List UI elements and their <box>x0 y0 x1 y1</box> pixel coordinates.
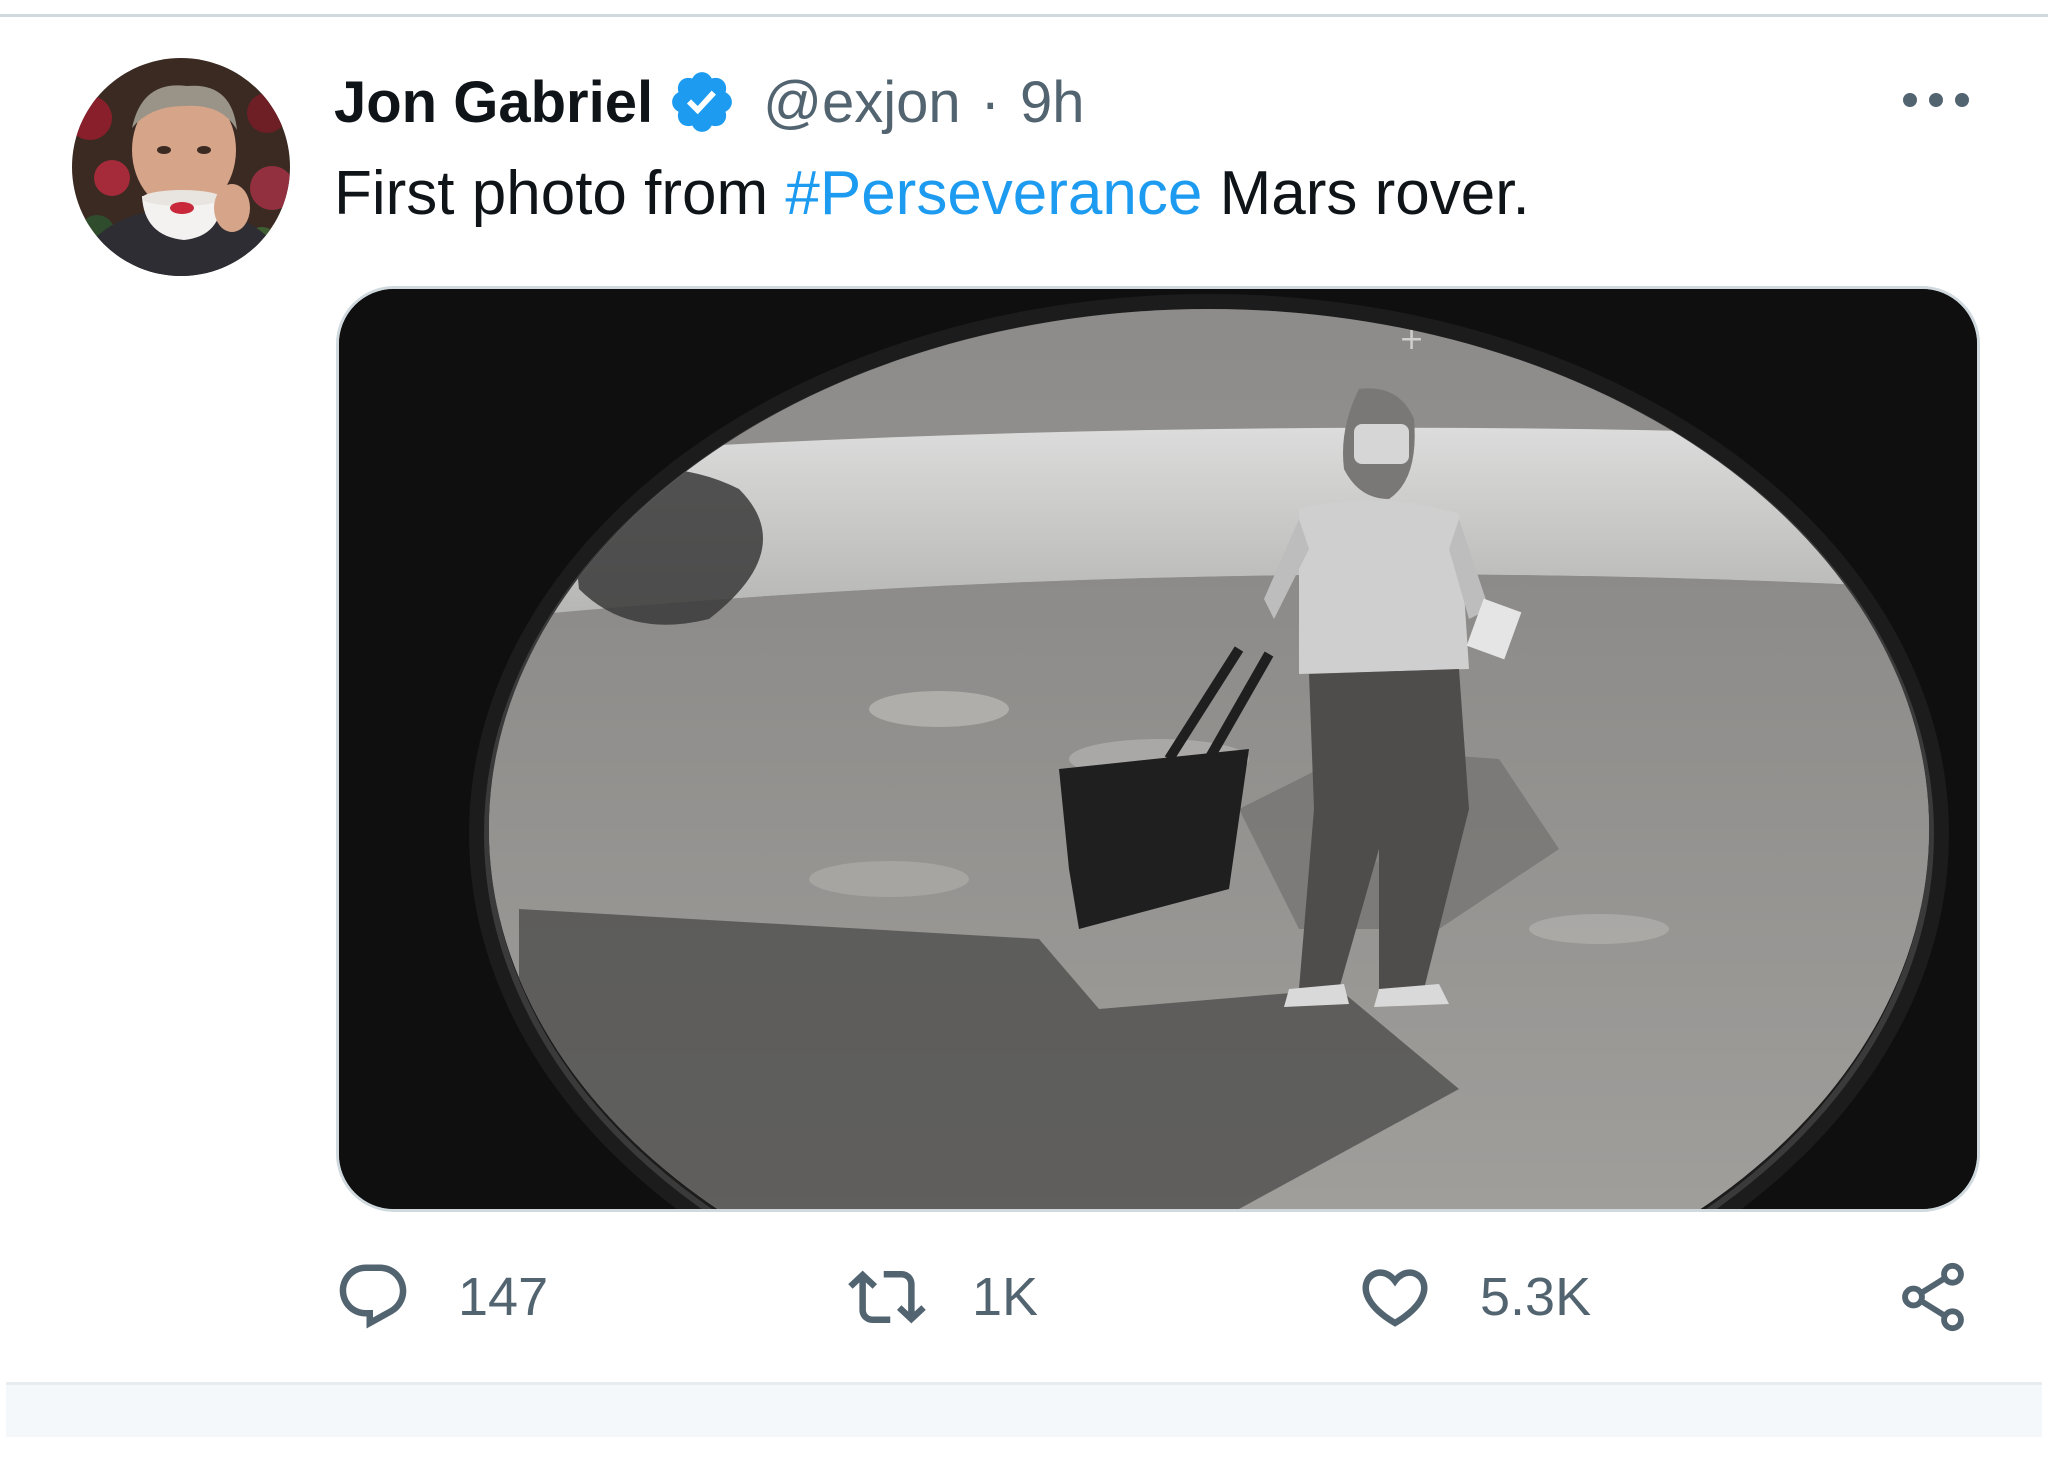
tweet-text-before: First photo from <box>334 159 786 228</box>
author-name[interactable]: Jon Gabriel <box>334 69 653 136</box>
avatar[interactable] <box>72 58 290 276</box>
tweet-actions: 147 1K 5.3K <box>334 1252 1984 1342</box>
share-button[interactable] <box>1894 1252 1972 1342</box>
retweet-icon <box>848 1258 926 1336</box>
next-tweet-divider <box>6 1382 2042 1437</box>
hashtag-link[interactable]: #Perseverance <box>785 159 1202 228</box>
separator-dot: · <box>980 69 1000 135</box>
retweet-button[interactable]: 1K <box>848 1252 1038 1342</box>
tweet-header: Jon Gabriel @exjon · 9h <box>334 62 1084 142</box>
tweet-text-after: Mars rover. <box>1202 159 1530 228</box>
more-icon[interactable] <box>1900 88 1972 112</box>
tweet-card: Jon Gabriel @exjon · 9h First photo from… <box>0 0 2048 1461</box>
like-icon <box>1356 1258 1434 1336</box>
divider <box>0 14 2048 17</box>
reply-icon <box>334 1258 412 1336</box>
like-count: 5.3K <box>1480 1267 1592 1327</box>
timestamp[interactable]: 9h <box>1020 69 1085 136</box>
share-icon <box>1894 1258 1972 1336</box>
tweet-photo[interactable]: + <box>336 286 1980 1212</box>
tweet-text: First photo from #Perseverance Mars rove… <box>334 158 1530 229</box>
retweet-count: 1K <box>972 1267 1039 1327</box>
like-button[interactable]: 5.3K <box>1356 1252 1591 1342</box>
reply-button[interactable]: 147 <box>334 1252 548 1342</box>
author-handle[interactable]: @exjon <box>763 69 961 136</box>
verified-badge-icon <box>667 67 737 137</box>
reply-count: 147 <box>458 1267 549 1327</box>
